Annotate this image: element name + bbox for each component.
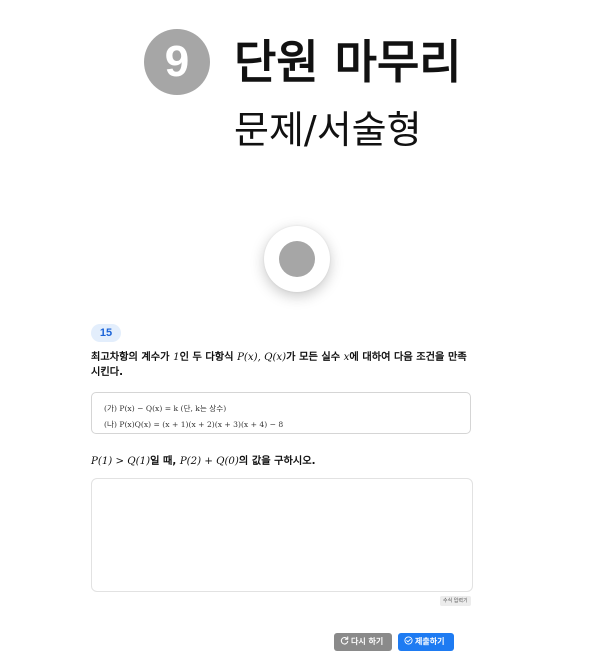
question-text-part: 최고차항의 계수가: [91, 352, 174, 363]
question-ask: P(1) > Q(1)일 때, P(2) + Q(0)의 값을 구하시오.: [91, 452, 315, 467]
question-text-part: 가 모든 실수: [286, 352, 344, 363]
retry-button[interactable]: 다시 하기: [334, 633, 392, 651]
page-subtitle: 문제/서술형: [234, 108, 422, 152]
record-button[interactable]: [264, 226, 330, 292]
retry-button-label: 다시 하기: [351, 637, 384, 646]
math-expression: P(2) + Q(0): [179, 456, 239, 467]
problem-number-badge: 15: [91, 324, 121, 342]
record-icon: [279, 241, 315, 277]
condition-text: P(x) − Q(x) = k (단, k는 상수): [119, 404, 227, 413]
question-text-part: 의 값을 구하시오.: [238, 456, 316, 467]
answer-input[interactable]: [91, 478, 473, 592]
refresh-icon: [340, 636, 349, 645]
condition-label: (나): [104, 420, 117, 429]
conditions-box: (가) P(x) − Q(x) = k (단, k는 상수) (나) P(x)Q…: [91, 392, 471, 434]
unit-number-badge: 9: [144, 29, 210, 95]
condition-text: P(x)Q(x) = (x + 1)(x + 2)(x + 3)(x + 4) …: [119, 420, 284, 429]
condition-item: (나) P(x)Q(x) = (x + 1)(x + 2)(x + 3)(x +…: [104, 417, 458, 433]
question-text: 최고차항의 계수가 1인 두 다항식 P(x), Q(x)가 모든 실수 x에 …: [91, 350, 473, 380]
page-title: 단원 마무리: [234, 35, 462, 89]
condition-item: (가) P(x) − Q(x) = k (단, k는 상수): [104, 401, 458, 417]
question-text-part: 일 때,: [150, 456, 180, 467]
submit-button-label: 제출하기: [415, 637, 445, 646]
formula-editor-button[interactable]: 수식 입력기: [440, 596, 471, 606]
condition-label: (가): [104, 404, 117, 413]
question-text-part: 인 두 다항식: [179, 352, 238, 363]
header: 9 단원 마무리 문제/서술형: [0, 0, 594, 170]
submit-button[interactable]: 제출하기: [398, 633, 454, 651]
math-expression: P(1) > Q(1): [91, 456, 151, 467]
check-circle-icon: [404, 636, 413, 645]
math-expression: P(x), Q(x): [237, 352, 287, 363]
